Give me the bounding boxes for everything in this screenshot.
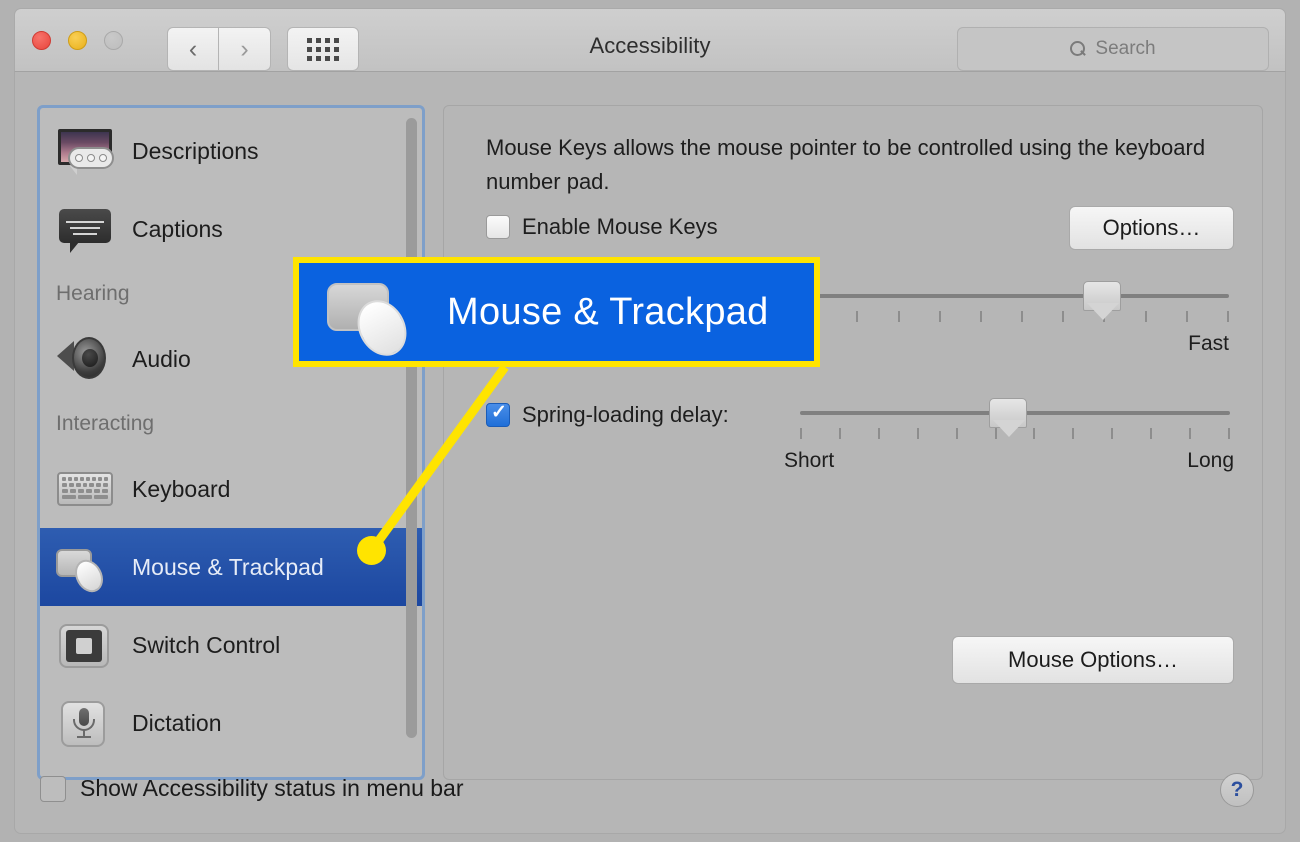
pane-description: Mouse Keys allows the mouse pointer to b… (486, 135, 1206, 194)
sidebar-item-label: Audio (132, 345, 191, 372)
accessibility-feature-list[interactable]: Descriptions Captions Hearing Audio Inte… (37, 105, 425, 780)
callout-pointer-dot (357, 536, 386, 565)
keyboard-icon (54, 463, 116, 515)
search-placeholder: Search (1095, 38, 1156, 59)
slider-max-label: Fast (1188, 332, 1229, 355)
sidebar-item-label: Mouse & Trackpad (132, 553, 324, 580)
window-body: Descriptions Captions Hearing Audio Inte… (14, 72, 1286, 834)
callout-highlight-mouse-trackpad: Mouse & Trackpad (293, 257, 820, 367)
sidebar-group-interacting: Interacting (56, 412, 155, 435)
slider-thumb[interactable] (1083, 281, 1122, 320)
sidebar-item-label: Switch Control (132, 631, 281, 658)
search-field[interactable]: Search (957, 27, 1269, 71)
spring-loading-row[interactable]: Spring-loading delay: (486, 401, 729, 428)
mouse-options-button[interactable]: Mouse Options… (952, 636, 1234, 684)
descriptions-icon (54, 125, 116, 177)
sidebar-item-keyboard[interactable]: Keyboard (40, 450, 422, 528)
switch-control-icon (54, 619, 116, 671)
callout-label: Mouse & Trackpad (447, 290, 769, 333)
mouse-trackpad-pane: Mouse Keys allows the mouse pointer to b… (443, 105, 1263, 780)
sidebar-item-label: Keyboard (132, 475, 231, 502)
search-icon (1070, 41, 1086, 57)
sidebar-item-label: Dictation (132, 709, 222, 736)
spring-loading-checkbox[interactable] (486, 401, 510, 427)
slider-min-label: Short (784, 449, 835, 472)
enable-mouse-keys-label: Enable Mouse Keys (522, 214, 718, 239)
options-button[interactable]: Options… (1069, 206, 1234, 250)
audio-icon (54, 333, 116, 385)
title-bar: ‹ › Accessibility Search (14, 8, 1286, 72)
show-accessibility-status-label: Show Accessibility status in menu bar (80, 775, 464, 801)
slider-max-label: Long (1187, 449, 1234, 472)
slider-thumb[interactable] (989, 398, 1028, 437)
slider-ticks (774, 311, 1229, 323)
enable-mouse-keys-row[interactable]: Enable Mouse Keys (486, 214, 718, 240)
enable-mouse-keys-checkbox[interactable] (486, 215, 510, 239)
slider-track[interactable] (774, 294, 1229, 298)
captions-icon (54, 203, 116, 255)
sidebar-item-label: Descriptions (132, 137, 259, 164)
dictation-icon (54, 697, 116, 749)
help-button[interactable]: ? (1220, 773, 1254, 807)
preferences-window: ‹ › Accessibility Search Descriptions Ca… (0, 0, 1300, 842)
show-accessibility-status-checkbox[interactable] (40, 775, 66, 802)
sidebar-item-label: Captions (132, 215, 223, 242)
sidebar-item-descriptions[interactable]: Descriptions (40, 112, 422, 190)
mouse-trackpad-icon (54, 541, 116, 598)
spring-loading-label: Spring-loading delay: (522, 402, 729, 427)
sidebar-item-switch-control[interactable]: Switch Control (40, 606, 422, 684)
mouse-trackpad-icon (325, 275, 421, 365)
sidebar-item-dictation[interactable]: Dictation (40, 684, 422, 762)
show-accessibility-status-row[interactable]: Show Accessibility status in menu bar (40, 775, 464, 802)
sidebar-scrollbar-thumb[interactable] (406, 118, 417, 738)
